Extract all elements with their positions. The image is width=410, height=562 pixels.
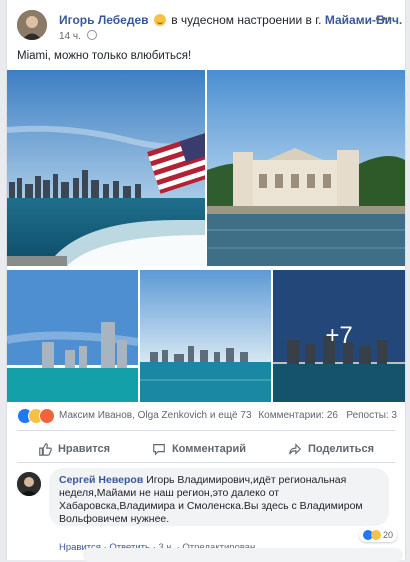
reposts-count[interactable]: Репосты: 3 xyxy=(346,410,397,421)
post-header: Игорь Лебедев в чудесном настроении в г.… xyxy=(17,10,402,44)
comments-count[interactable]: Комментарии: 26 xyxy=(258,410,338,421)
love-reaction-icon[interactable] xyxy=(39,408,55,424)
author-avatar[interactable] xyxy=(17,10,47,40)
share-button[interactable]: Поделиться xyxy=(288,438,374,460)
post-title-line: Игорь Лебедев в чудесном настроении в г.… xyxy=(59,13,402,27)
commenter-avatar[interactable] xyxy=(17,472,41,496)
photo-5[interactable]: +7 xyxy=(273,270,405,402)
reactions-bar: Максим Иванов, Olga Zenkovich и ещё 73 К… xyxy=(17,408,397,424)
author-name[interactable]: Игорь Лебедев xyxy=(59,13,149,27)
smile-emoji-icon xyxy=(153,14,166,26)
like-button[interactable]: Нравится xyxy=(38,438,110,460)
reaction-names[interactable]: Максим Иванов, Olga Zenkovich и ещё 73 xyxy=(59,410,252,421)
more-photos-overlay[interactable]: +7 xyxy=(273,270,405,402)
comment-bubble-icon xyxy=(153,444,165,456)
comment-label: Комментарий xyxy=(171,443,247,455)
comment-button[interactable]: Комментарий xyxy=(152,438,246,460)
share-label: Поделиться xyxy=(307,443,374,455)
comment-bubble: Сергей Неверов Игорь Владимирович,идёт р… xyxy=(49,468,389,526)
photo-4[interactable] xyxy=(140,270,271,402)
photo-2[interactable] xyxy=(207,70,405,266)
like-label: Нравится xyxy=(57,443,111,455)
divider xyxy=(17,430,395,431)
photo-3[interactable] xyxy=(7,270,138,402)
comment-reactions[interactable]: 20 xyxy=(358,528,397,542)
comment-reaction-count: 20 xyxy=(382,530,393,540)
more-options-icon[interactable]: ••• xyxy=(375,10,393,26)
commenter-name[interactable]: Сергей Неверов xyxy=(59,474,143,486)
post-actions: Нравится Комментарий Поделиться xyxy=(17,438,395,460)
share-arrow-icon xyxy=(289,443,302,455)
post-text: Miami, можно только влюбиться! xyxy=(17,50,192,62)
divider xyxy=(17,462,395,463)
post-time-line: 14 ч. xyxy=(59,30,97,42)
thumbs-up-icon xyxy=(39,443,52,456)
post-card: Игорь Лебедев в чудесном настроении в г.… xyxy=(6,0,406,562)
privacy-globe-icon xyxy=(86,30,97,40)
photo-1[interactable] xyxy=(7,70,205,266)
activity-text: в чудесном настроении в г. xyxy=(171,13,322,27)
haha-reaction-icon xyxy=(370,530,381,540)
post-timestamp[interactable]: 14 ч. xyxy=(59,31,81,42)
comment-repost-counts: Комментарии: 26 Репосты: 3 xyxy=(258,410,397,421)
